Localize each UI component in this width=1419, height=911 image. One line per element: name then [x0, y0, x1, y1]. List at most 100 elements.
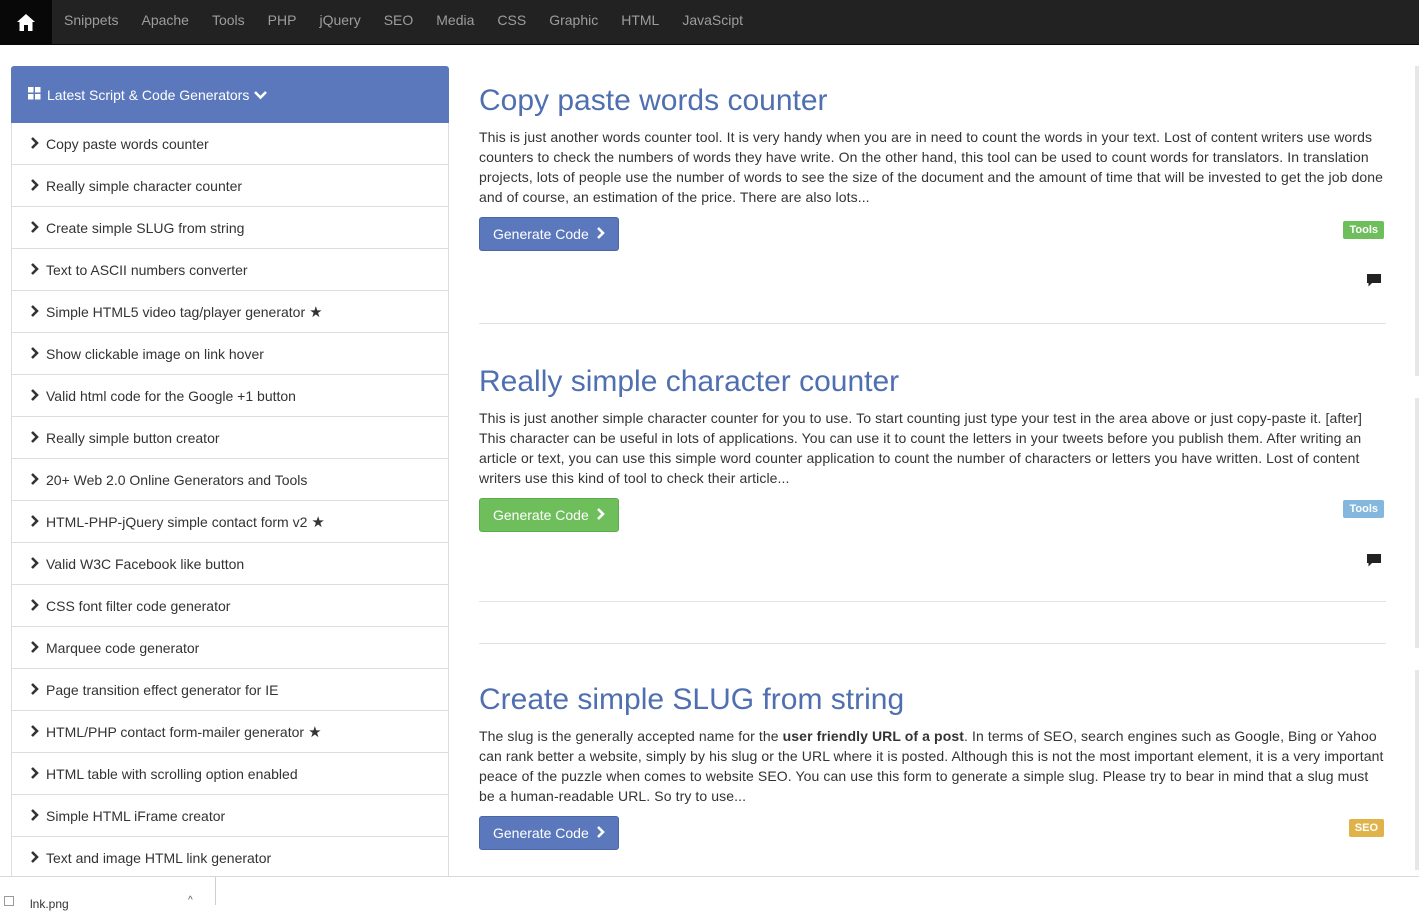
- chevron-right-icon: [30, 430, 40, 446]
- nav-link-css[interactable]: CSS: [485, 0, 537, 45]
- generate-code-button[interactable]: Generate Code: [479, 498, 619, 532]
- chevron-right-icon: [30, 808, 40, 824]
- nav-link-php[interactable]: PHP: [256, 0, 308, 45]
- sidebar-item[interactable]: HTML-PHP-jQuery simple contact form v2 ★: [11, 501, 449, 543]
- post-excerpt-start: The slug is the generally accepted name …: [479, 728, 783, 744]
- post-excerpt: This is just another words counter tool.…: [479, 129, 1384, 205]
- sidebar-item[interactable]: Valid html code for the Google +1 button: [11, 375, 449, 417]
- post-title[interactable]: Copy paste words counter: [479, 66, 1386, 119]
- sidebar-item-label: Simple HTML5 video tag/player generator: [46, 303, 306, 320]
- post-title[interactable]: Really simple character counter: [479, 324, 1386, 400]
- sidebar: Latest Script & Code Generators Copy pas…: [11, 66, 449, 879]
- chevron-right-icon: [30, 640, 40, 656]
- chevron-right-icon: [596, 507, 605, 523]
- sidebar-item[interactable]: Valid W3C Facebook like button: [11, 543, 449, 585]
- category-tag[interactable]: Tools: [1343, 221, 1384, 239]
- nav-link-apache[interactable]: Apache: [129, 0, 199, 45]
- nav-link-tools[interactable]: Tools: [200, 0, 256, 45]
- generate-code-label: Generate Code: [493, 226, 589, 242]
- sidebar-item[interactable]: Show clickable image on link hover: [11, 333, 449, 375]
- sidebar-item-label: Marquee code generator: [46, 639, 200, 656]
- sidebar-item[interactable]: Text to ASCII numbers converter: [11, 249, 449, 291]
- sidebar-item[interactable]: Really simple button creator: [11, 417, 449, 459]
- chevron-right-icon: [30, 220, 40, 236]
- sidebar-item[interactable]: Copy paste words counter: [11, 123, 449, 165]
- nav-link-graphic[interactable]: Graphic: [537, 0, 609, 45]
- sidebar-item-label: Simple HTML iFrame creator: [46, 807, 226, 824]
- sidebar-item-label: Show clickable image on link hover: [46, 345, 264, 362]
- sidebar-item-label: HTML-PHP-jQuery simple contact form v2: [46, 513, 308, 530]
- nav-link-snippets[interactable]: Snippets: [52, 0, 129, 45]
- sidebar-item[interactable]: HTML/PHP contact form-mailer generator ★: [11, 711, 449, 753]
- post-excerpt-bold: user friendly URL of a post: [782, 728, 964, 744]
- generate-code-label: Generate Code: [493, 825, 589, 841]
- post-card: Create simple SLUG from string The slug …: [479, 644, 1386, 884]
- chevron-right-icon: [30, 598, 40, 614]
- file-icon: [4, 896, 14, 906]
- comment-icon[interactable]: [1367, 274, 1381, 292]
- sidebar-header[interactable]: Latest Script & Code Generators: [11, 66, 449, 123]
- sidebar-item-label: Valid W3C Facebook like button: [46, 555, 245, 572]
- chevron-right-icon: [30, 346, 40, 362]
- chevron-right-icon: [30, 472, 40, 488]
- scrollbar-track[interactable]: [1415, 66, 1419, 376]
- post-card: Copy paste words counter This is just an…: [479, 66, 1386, 323]
- chevron-right-icon: [596, 226, 605, 242]
- chevron-right-icon: [30, 514, 40, 530]
- sidebar-item-label: 20+ Web 2.0 Online Generators and Tools: [46, 471, 308, 488]
- sidebar-item[interactable]: Text and image HTML link generator: [11, 837, 449, 879]
- chevron-right-icon: [30, 850, 40, 866]
- top-navbar: Snippets Apache Tools PHP jQuery SEO Med…: [0, 0, 1419, 45]
- main-content: Copy paste words counter This is just an…: [479, 66, 1386, 884]
- scrollbar-track[interactable]: [1415, 670, 1419, 870]
- sidebar-item[interactable]: CSS font filter code generator: [11, 585, 449, 627]
- nav-links: Snippets Apache Tools PHP jQuery SEO Med…: [52, 0, 754, 45]
- sidebar-item[interactable]: 20+ Web 2.0 Online Generators and Tools: [11, 459, 449, 501]
- post-card: Really simple character counter This is …: [479, 324, 1386, 601]
- sidebar-title: Latest Script & Code Generators: [47, 86, 250, 103]
- sidebar-item[interactable]: Create simple SLUG from string: [11, 207, 449, 249]
- chevron-right-icon: [30, 766, 40, 782]
- nav-link-seo[interactable]: SEO: [372, 0, 425, 45]
- generate-code-button[interactable]: Generate Code: [479, 816, 619, 850]
- nav-link-html[interactable]: HTML: [609, 0, 670, 45]
- sidebar-item-label: CSS font filter code generator: [46, 597, 231, 614]
- download-item[interactable]: lnk.png ^: [0, 877, 216, 911]
- sidebar-item-label: Text to ASCII numbers converter: [46, 261, 248, 278]
- sidebar-item[interactable]: Simple HTML5 video tag/player generator ★: [11, 291, 449, 333]
- sidebar-item[interactable]: Page transition effect generator for IE: [11, 669, 449, 711]
- post-title[interactable]: Create simple SLUG from string: [479, 644, 1386, 718]
- sidebar-item-label: Really simple button creator: [46, 429, 220, 446]
- chevron-right-icon: [596, 825, 605, 841]
- sidebar-item[interactable]: Really simple character counter: [11, 165, 449, 207]
- star-icon: ★: [308, 723, 322, 741]
- sidebar-item[interactable]: Marquee code generator: [11, 627, 449, 669]
- nav-link-jquery[interactable]: jQuery: [307, 0, 371, 45]
- sidebar-item[interactable]: Simple HTML iFrame creator: [11, 795, 449, 837]
- category-tag[interactable]: SEO: [1348, 819, 1384, 837]
- nav-link-javascript[interactable]: JavaScipt: [670, 0, 754, 45]
- sidebar-item-label: Page transition effect generator for IE: [46, 681, 279, 698]
- chevron-right-icon: [30, 178, 40, 194]
- chevron-down-icon: [254, 87, 268, 103]
- generate-code-button[interactable]: Generate Code: [479, 217, 619, 251]
- chevron-up-icon[interactable]: ^: [188, 895, 193, 906]
- sidebar-item-label: Text and image HTML link generator: [46, 849, 272, 866]
- star-icon: ★: [311, 513, 325, 531]
- sidebar-item-label: Copy paste words counter: [46, 135, 209, 152]
- sidebar-item-label: HTML/PHP contact form-mailer generator: [46, 723, 305, 740]
- scrollbar-track[interactable]: [1415, 398, 1419, 648]
- nav-link-media[interactable]: Media: [424, 0, 485, 45]
- sidebar-item-label: Create simple SLUG from string: [46, 219, 245, 236]
- home-link[interactable]: [0, 0, 52, 45]
- sidebar-item-label: Really simple character counter: [46, 177, 243, 194]
- category-tag[interactable]: Tools: [1343, 500, 1384, 518]
- download-filename: lnk.png: [30, 897, 69, 911]
- sidebar-item[interactable]: HTML table with scrolling option enabled: [11, 753, 449, 795]
- chevron-right-icon: [30, 724, 40, 740]
- generate-code-label: Generate Code: [493, 507, 589, 523]
- chevron-right-icon: [30, 556, 40, 572]
- post-excerpt: The slug is the generally accepted name …: [479, 726, 1386, 806]
- comment-icon[interactable]: [1367, 554, 1381, 572]
- grid-icon: [28, 86, 41, 103]
